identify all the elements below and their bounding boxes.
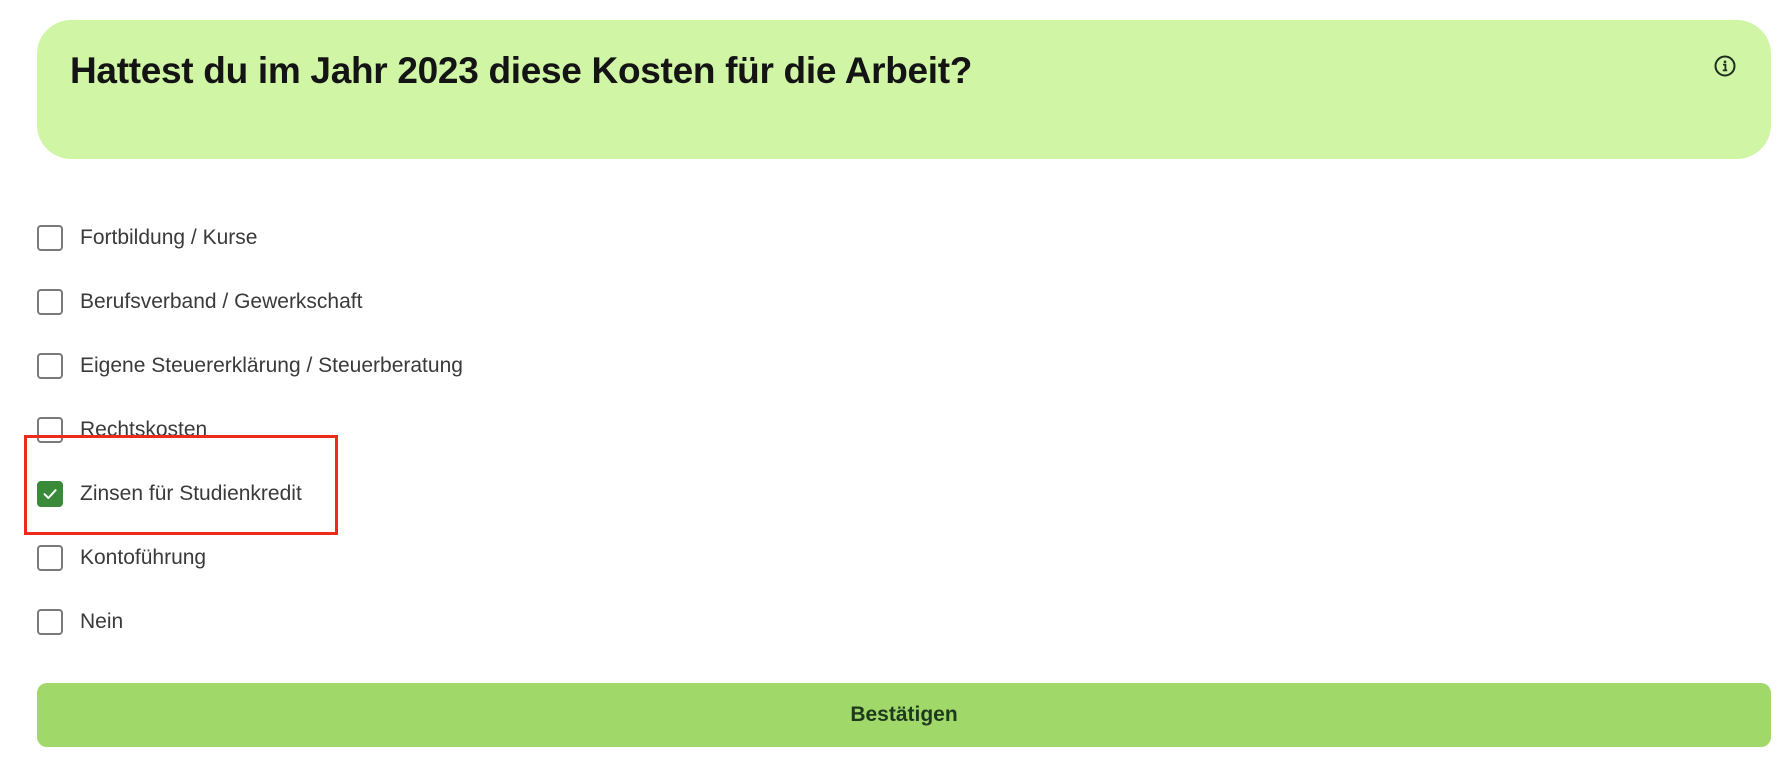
option-fortbildung[interactable]: Fortbildung / Kurse: [37, 206, 1037, 270]
confirm-button[interactable]: Bestätigen: [37, 683, 1771, 747]
option-label: Berufsverband / Gewerkschaft: [80, 290, 363, 313]
option-label: Fortbildung / Kurse: [80, 226, 258, 249]
options-list: Fortbildung / Kurse Berufsverband / Gewe…: [37, 206, 1037, 654]
option-label: Zinsen für Studienkredit: [80, 482, 302, 505]
option-rechtskosten[interactable]: Rechtskosten: [37, 398, 1037, 462]
checkbox[interactable]: [37, 609, 63, 635]
option-kontofuehrung[interactable]: Kontoführung: [37, 526, 1037, 590]
checkbox[interactable]: [37, 225, 63, 251]
checkbox[interactable]: [37, 417, 63, 443]
option-steuerberatung[interactable]: Eigene Steuererklärung / Steuerberatung: [37, 334, 1037, 398]
question-card: Hattest du im Jahr 2023 diese Kosten für…: [37, 20, 1771, 159]
info-icon[interactable]: [1714, 55, 1736, 77]
checkbox[interactable]: [37, 289, 63, 315]
option-label: Eigene Steuererklärung / Steuerberatung: [80, 354, 463, 377]
checkbox-checked[interactable]: [37, 481, 63, 507]
option-studienkredit[interactable]: Zinsen für Studienkredit: [37, 462, 1037, 526]
question-title: Hattest du im Jahr 2023 diese Kosten für…: [70, 50, 973, 91]
option-nein[interactable]: Nein: [37, 590, 1037, 654]
checkmark-icon: [43, 489, 57, 499]
checkbox[interactable]: [37, 353, 63, 379]
checkbox[interactable]: [37, 545, 63, 571]
option-label: Rechtskosten: [80, 418, 208, 441]
option-berufsverband[interactable]: Berufsverband / Gewerkschaft: [37, 270, 1037, 334]
option-label: Kontoführung: [80, 546, 207, 569]
option-label: Nein: [80, 610, 124, 633]
